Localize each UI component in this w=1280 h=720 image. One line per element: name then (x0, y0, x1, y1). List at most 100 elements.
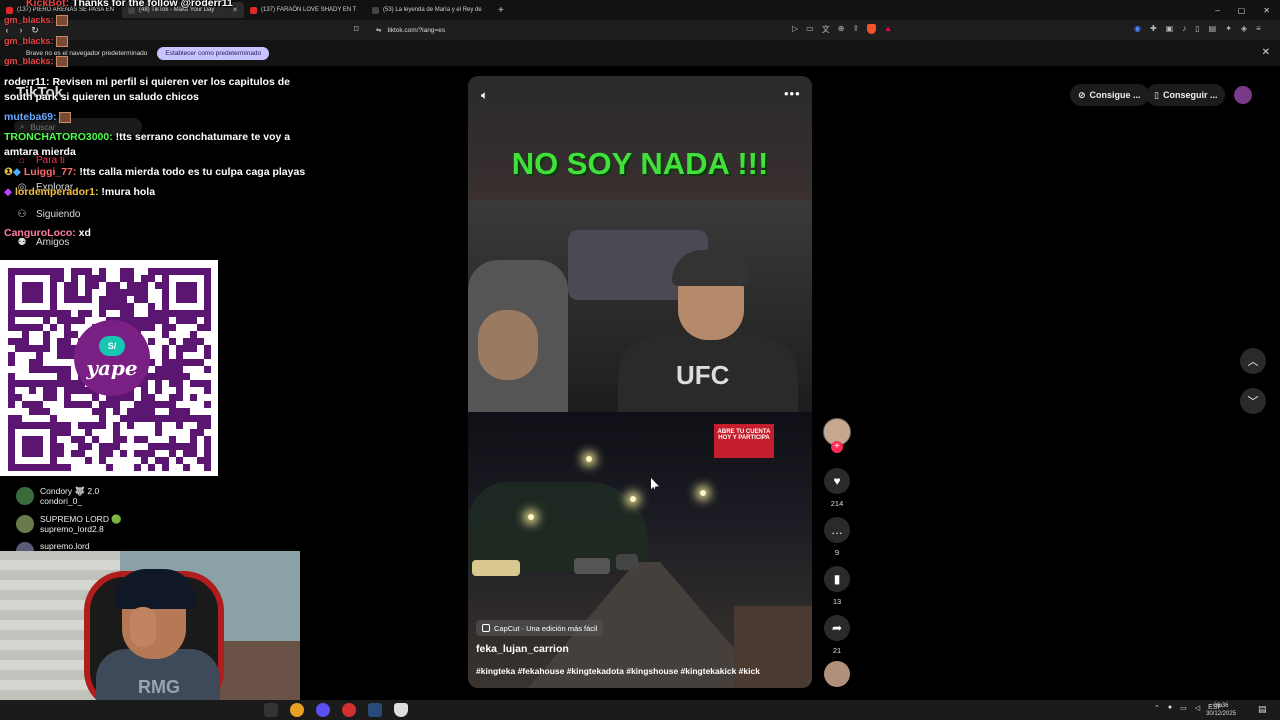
menu-icon[interactable]: ≡ (1256, 24, 1261, 33)
qr-module (134, 436, 141, 443)
comment-icon[interactable]: … (824, 517, 850, 543)
following-icon: ⚇ (17, 208, 27, 220)
browser-tab-3[interactable]: (137) FARAÓN LOVE SHADY EN T (244, 2, 366, 18)
follow-plus-icon[interactable]: + (831, 441, 843, 453)
shirt-text: UFC (676, 360, 730, 390)
volume-icon[interactable]: 🔈︎ (481, 88, 488, 103)
qr-module (120, 436, 127, 443)
qr-module (85, 289, 92, 296)
qr-module (106, 464, 113, 471)
minimize-button[interactable]: – (1215, 6, 1219, 15)
qr-module (113, 296, 120, 303)
close-infobar-icon[interactable]: ✕ (1262, 47, 1270, 58)
tab-title: (53) La leyenda de María y el Rey de (383, 7, 482, 13)
more-options-icon[interactable]: ••• (784, 86, 801, 101)
qr-module (99, 408, 106, 415)
qr-module (64, 366, 71, 373)
heart-icon[interactable]: ♥ (824, 468, 850, 494)
notification-icon[interactable]: ▤ (1258, 704, 1267, 715)
qr-module (85, 443, 92, 450)
capcut-badge[interactable]: CapCut · Una edición más fácil (476, 620, 604, 636)
bookmark-icon[interactable]: ⌑ (354, 24, 359, 35)
extension-icon[interactable]: ◉ (1134, 24, 1141, 33)
clock[interactable]: 00:36 30/12/2025 (1206, 702, 1236, 718)
sidebar-icon[interactable]: ▯ (1195, 24, 1199, 33)
qr-module (29, 387, 36, 394)
share-icon[interactable]: ⇪ (852, 24, 859, 35)
wallet-icon[interactable]: ▣ (1166, 24, 1174, 33)
reader-icon[interactable]: ▷ (792, 24, 798, 35)
screenshot-icon[interactable]: ▭ (806, 24, 814, 35)
network-icon[interactable]: ▭ (1180, 704, 1187, 712)
rewards-icon[interactable]: ▲ (884, 24, 892, 35)
vpn-icon[interactable]: ◈ (1241, 24, 1247, 33)
profile-avatar[interactable] (1234, 86, 1252, 104)
comment-action[interactable]: … 9 (822, 517, 852, 557)
translate-icon[interactable]: 文 (822, 24, 830, 35)
qr-module (169, 366, 176, 373)
qr-module (85, 457, 92, 464)
music-icon[interactable]: ♪ (1182, 24, 1186, 33)
qr-module (57, 373, 64, 380)
brave-shield-icon[interactable] (867, 24, 877, 34)
obs-icon[interactable] (342, 703, 356, 717)
qr-module (176, 352, 183, 359)
leo-icon[interactable]: ✦ (1225, 24, 1232, 33)
maximize-button[interactable]: ▢ (1238, 6, 1246, 15)
tray-chevron-icon[interactable]: ⌃ (1154, 704, 1160, 712)
site-info-icon[interactable]: ⇋ (376, 26, 381, 34)
bookmark-icon[interactable]: ▮ (824, 566, 850, 592)
qr-module (8, 380, 15, 387)
new-tab-button[interactable]: + (498, 5, 504, 16)
qr-module (29, 401, 36, 408)
previous-video-button[interactable]: ︿ (1240, 348, 1266, 374)
qr-module (134, 401, 141, 408)
mic-icon[interactable]: ● (1168, 704, 1172, 712)
forward-icon[interactable]: › (14, 25, 28, 35)
get-coins-button[interactable]: ⊘ Consigue ... (1070, 84, 1149, 106)
qr-module (106, 289, 113, 296)
qr-module (134, 282, 141, 289)
volume-tray-icon[interactable]: ◁ (1195, 704, 1200, 712)
default-browser-infobar: Brave no es el navegador predeterminado … (0, 40, 1280, 66)
share-arrow-icon[interactable]: ➦ (824, 615, 850, 641)
qr-module (141, 401, 148, 408)
qr-module (71, 387, 78, 394)
taskbar-app-icon[interactable] (264, 703, 278, 717)
close-tab-icon[interactable]: ✕ (232, 6, 238, 14)
next-video-button[interactable]: ﹀ (1240, 388, 1266, 414)
puzzle-icon[interactable]: ✚ (1150, 24, 1157, 33)
back-icon[interactable]: ‹ (0, 25, 14, 35)
video-author[interactable]: feka_lujan_carrion (476, 643, 569, 655)
qr-module (148, 275, 155, 282)
qr-module (113, 289, 120, 296)
get-app-button[interactable]: ▯ Conseguir ... (1146, 84, 1226, 106)
like-action[interactable]: ♥ 214 (822, 468, 852, 508)
save-action[interactable]: ▮ 13 (822, 566, 852, 606)
steam-icon[interactable] (368, 703, 382, 717)
qr-module (78, 387, 85, 394)
set-default-button[interactable]: Establecer como predeterminado (157, 46, 270, 60)
brave-icon[interactable] (394, 703, 408, 717)
close-window-button[interactable]: ✕ (1263, 6, 1270, 15)
sidebar-item-following[interactable]: ⚇ Siguiendo (16, 208, 81, 220)
zoom-icon[interactable]: ⊕ (838, 24, 845, 35)
tabs-icon[interactable]: ▤ (1209, 24, 1217, 33)
video-player[interactable]: NO SOY NADA !!! UFC ABRE TU CUENTA HOY Y… (468, 76, 812, 688)
qr-module (22, 380, 29, 387)
sound-disc-avatar[interactable] (824, 661, 850, 687)
video-hashtags[interactable]: #kingteka #fekahouse #kingtekadota #king… (476, 666, 760, 676)
browser-tab-4[interactable]: (53) La leyenda de María y el Rey de (366, 2, 488, 18)
chrome-icon[interactable] (290, 703, 304, 717)
street-car (616, 554, 638, 570)
reload-icon[interactable]: ↻ (28, 25, 42, 36)
qr-module (148, 268, 155, 275)
qr-module (64, 282, 71, 289)
qr-module (43, 387, 50, 394)
discord-icon[interactable] (316, 703, 330, 717)
share-action[interactable]: ➦ 21 (822, 615, 852, 655)
qr-module (92, 436, 99, 443)
qr-module (190, 450, 197, 457)
qr-module (141, 324, 148, 331)
chat-ghost-line: gm_blacks: (4, 15, 68, 27)
